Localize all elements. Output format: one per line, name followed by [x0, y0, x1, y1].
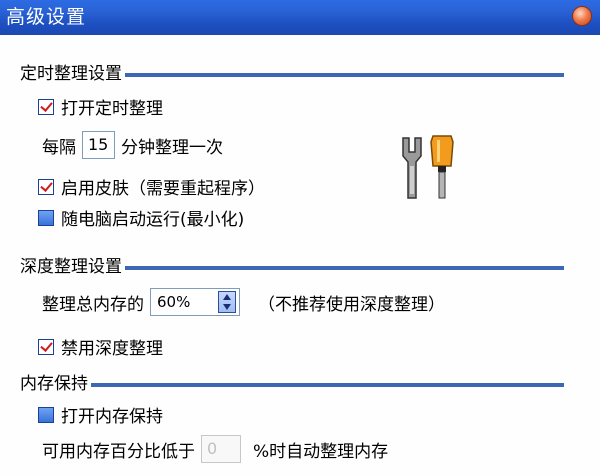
- wrench-screwdriver-icon: [402, 135, 454, 199]
- startup-row[interactable]: 随电脑启动运行(最小化): [38, 205, 244, 230]
- enable-timer-row[interactable]: 打开定时整理: [38, 94, 163, 119]
- close-button[interactable]: [572, 6, 592, 26]
- interval-prefix-label: 每隔: [42, 137, 76, 158]
- enable-skin-checkbox[interactable]: [38, 178, 54, 195]
- enable-keep-checkbox[interactable]: [38, 406, 54, 423]
- deep-note-label: （不推荐使用深度整理）: [258, 294, 445, 315]
- window-title: 高级设置: [6, 6, 87, 28]
- startup-label: 随电脑启动运行(最小化): [61, 210, 245, 230]
- spinner-buttons[interactable]: [218, 291, 236, 313]
- disable-deep-row[interactable]: 禁用深度整理: [38, 334, 163, 359]
- section-title-timer: 定时整理设置: [14, 64, 125, 84]
- disable-deep-checkbox[interactable]: [38, 338, 54, 355]
- total-memory-value[interactable]: 60%: [151, 293, 218, 311]
- title-bar[interactable]: 高级设置: [0, 0, 600, 35]
- settings-content: 定时整理设置 打开定时整理 每隔 15 分钟整理一次 启用皮肤（需要重起程序） …: [0, 35, 600, 476]
- section-divider-keep: [14, 383, 564, 387]
- threshold-input[interactable]: 0: [201, 435, 241, 463]
- threshold-suffix-label: %时自动整理内存: [253, 441, 389, 462]
- interval-minutes-input[interactable]: 15: [82, 131, 115, 159]
- enable-timer-checkbox[interactable]: [38, 98, 54, 115]
- advanced-settings-window: 高级设置 定时整理设置 打开定时整理 每隔 15 分钟整理一次 启用皮肤（需要重…: [0, 0, 600, 476]
- total-memory-row: 整理总内存的 60% （不推荐使用深度整理）: [42, 288, 445, 316]
- startup-checkbox[interactable]: [38, 209, 54, 226]
- interval-suffix-label: 分钟整理一次: [121, 137, 223, 158]
- spin-up-icon[interactable]: [223, 294, 231, 300]
- interval-row: 每隔 15 分钟整理一次: [42, 131, 223, 159]
- enable-skin-row[interactable]: 启用皮肤（需要重起程序）: [38, 174, 265, 199]
- enable-keep-label: 打开内存保持: [61, 407, 163, 427]
- total-memory-spinner[interactable]: 60%: [150, 288, 240, 316]
- threshold-prefix-label: 可用内存百分比低于: [42, 441, 195, 462]
- enable-timer-label: 打开定时整理: [61, 99, 163, 119]
- enable-keep-row[interactable]: 打开内存保持: [38, 402, 163, 427]
- section-title-keep: 内存保持: [14, 374, 91, 394]
- threshold-row: 可用内存百分比低于 0 %时自动整理内存: [42, 435, 388, 463]
- disable-deep-label: 禁用深度整理: [61, 339, 163, 359]
- enable-skin-label: 启用皮肤（需要重起程序）: [61, 179, 265, 199]
- section-title-deep: 深度整理设置: [14, 257, 125, 277]
- total-memory-label: 整理总内存的: [42, 294, 144, 315]
- spin-down-icon[interactable]: [223, 304, 231, 310]
